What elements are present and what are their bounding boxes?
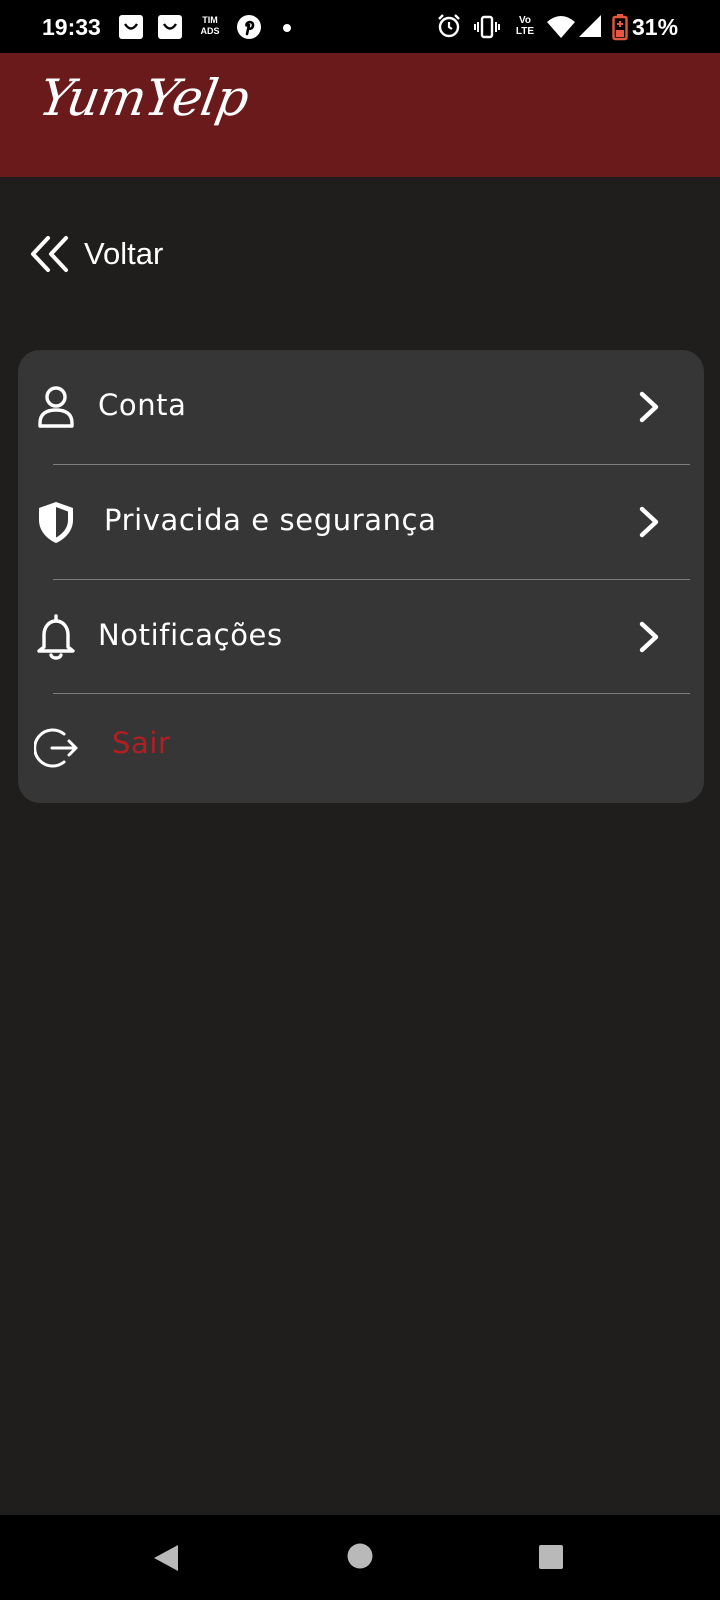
- home-circle-icon[interactable]: [346, 1542, 374, 1570]
- system-nav-bar: [0, 1515, 720, 1600]
- app-header: YumYelp: [0, 53, 720, 177]
- battery-percent: 31%: [632, 14, 679, 40]
- volte-badge: Vo LTE: [515, 15, 535, 37]
- shield-icon: [39, 502, 73, 543]
- carrier-badge: TIM ADS: [200, 15, 220, 36]
- chevron-right-icon: [639, 621, 659, 653]
- signal-icon: [579, 15, 601, 37]
- user-icon: [38, 386, 74, 428]
- menu-item-account[interactable]: Conta: [18, 350, 704, 464]
- status-bar: 19:33 TIM ADS Vo LTE 31%: [0, 0, 720, 53]
- shopping-bag-icon: [119, 15, 143, 39]
- recents-square-icon[interactable]: [538, 1544, 564, 1570]
- menu-item-privacy[interactable]: Privacida e segurança: [18, 465, 704, 579]
- back-label: Voltar: [84, 236, 164, 271]
- settings-menu: Conta Privacida e segurança Notificações: [18, 350, 704, 803]
- logout-icon: [34, 728, 78, 768]
- battery-icon: [612, 14, 628, 41]
- bell-icon: [37, 614, 75, 660]
- notification-dot-icon: [283, 24, 291, 32]
- app-logo: YumYelp: [34, 69, 253, 127]
- menu-item-label: Conta: [98, 388, 187, 422]
- alarm-icon: [438, 14, 460, 38]
- vibrate-icon: [474, 15, 500, 39]
- logout-label: Sair: [112, 726, 171, 760]
- back-button[interactable]: Voltar: [28, 232, 163, 276]
- back-triangle-icon[interactable]: [150, 1542, 182, 1574]
- status-time: 19:33: [42, 14, 101, 40]
- chevron-right-icon: [639, 506, 659, 538]
- menu-item-notifications[interactable]: Notificações: [18, 580, 704, 694]
- wifi-icon: [547, 16, 575, 38]
- chevron-right-icon: [639, 391, 659, 423]
- double-chevron-left-icon: [31, 236, 68, 272]
- menu-item-label: Notificações: [98, 618, 283, 652]
- menu-item-logout[interactable]: Sair: [18, 694, 704, 808]
- shopping-bag-icon: [158, 15, 182, 39]
- pinterest-icon: [237, 15, 261, 39]
- menu-item-label: Privacida e segurança: [104, 503, 437, 537]
